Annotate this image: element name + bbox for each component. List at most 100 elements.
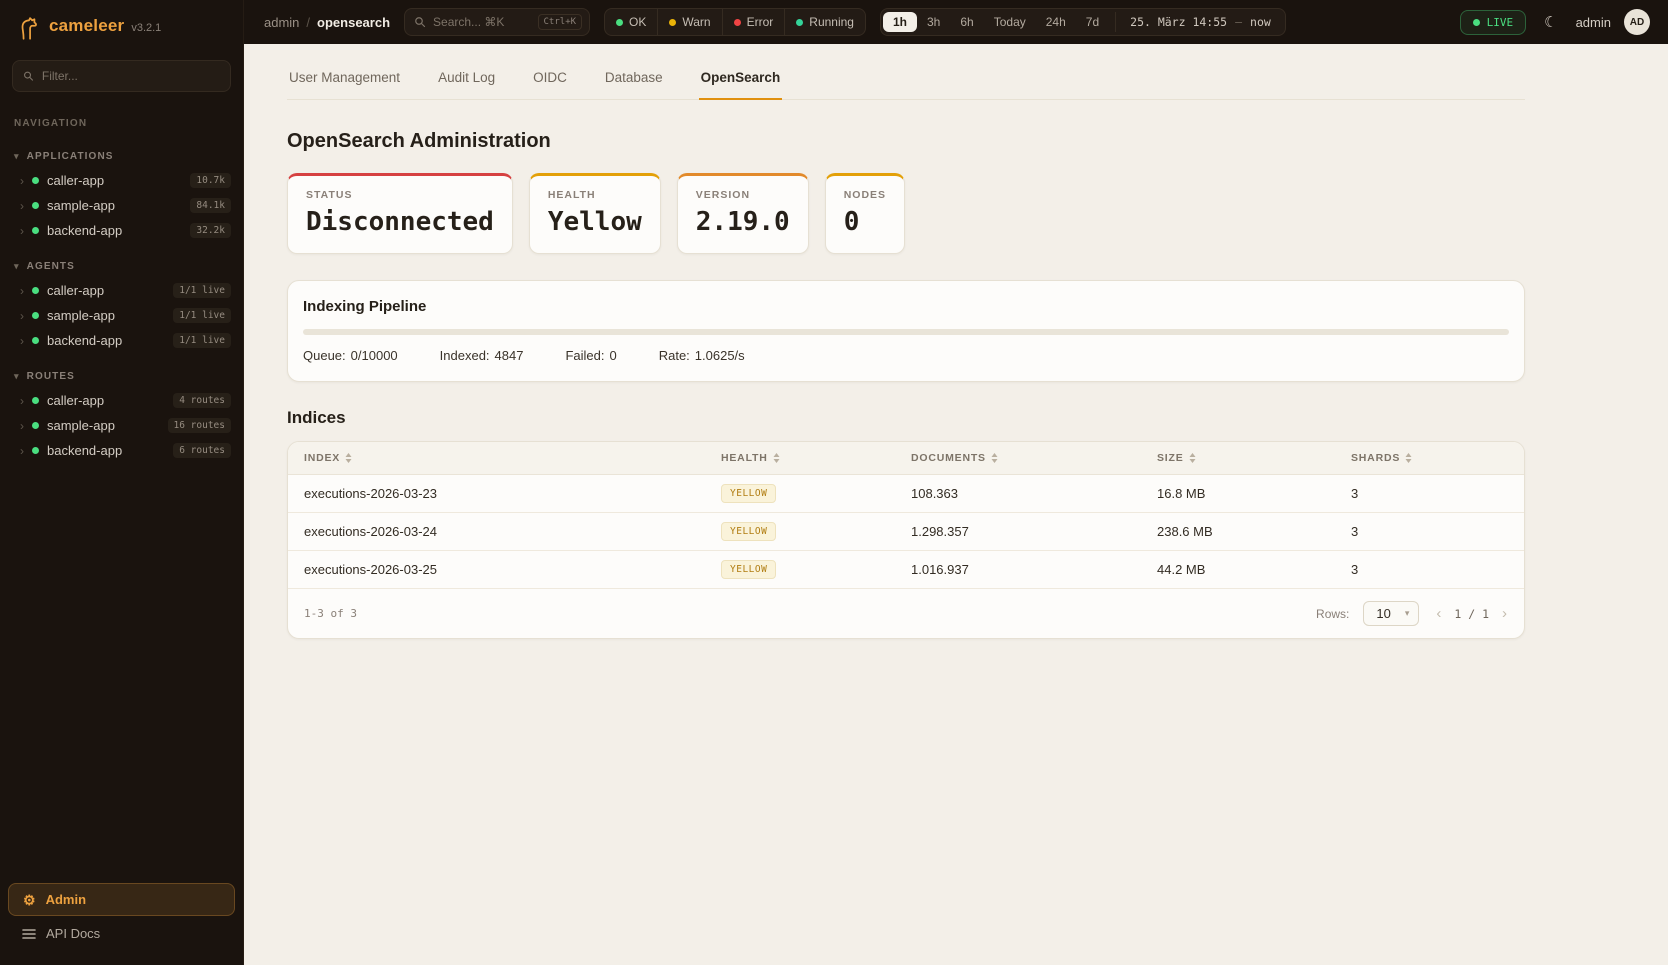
filter-label: Running — [809, 15, 854, 29]
column-header-health[interactable]: HEALTH — [721, 442, 911, 474]
cell-shards: 3 — [1351, 478, 1524, 509]
rows-per-page-value: 10 — [1376, 606, 1390, 621]
time-range-24h[interactable]: 24h — [1036, 12, 1076, 32]
sidebar-item-routes-sample-app[interactable]: › sample-app 16 routes — [0, 413, 243, 438]
sort-icon — [1189, 453, 1196, 463]
section-header-agents[interactable]: ▾ AGENTS — [0, 257, 243, 278]
item-label: backend-app — [47, 333, 165, 348]
pipeline-title: Indexing Pipeline — [303, 298, 1509, 315]
tab-opensearch[interactable]: OpenSearch — [699, 62, 783, 100]
time-range-7d[interactable]: 7d — [1076, 12, 1109, 32]
time-range-3h[interactable]: 3h — [917, 12, 950, 32]
version-card: VERSION 2.19.0 — [677, 173, 809, 254]
health-badge: YELLOW — [721, 484, 776, 503]
ok-status-dot — [616, 19, 623, 26]
tab-audit-log[interactable]: Audit Log — [436, 62, 497, 100]
chevron-right-icon: › — [20, 445, 24, 457]
breadcrumb-parent[interactable]: admin — [264, 15, 299, 30]
cell-health: YELLOW — [721, 514, 911, 549]
sidebar-filter[interactable] — [12, 60, 231, 92]
chevron-right-icon: › — [20, 175, 24, 187]
live-indicator[interactable]: LIVE — [1460, 10, 1527, 35]
sidebar-item-api-docs[interactable]: API Docs — [8, 918, 235, 949]
sidebar-item-routes-backend-app[interactable]: › backend-app 6 routes — [0, 438, 243, 463]
table-header: INDEX HEALTH DOCUMENTS SIZE — [288, 442, 1524, 475]
prev-page-button[interactable]: ‹ — [1433, 605, 1444, 622]
chevron-right-icon: › — [1502, 605, 1507, 622]
date-range-display[interactable]: 25. März 14:55 — now — [1115, 12, 1283, 32]
tab-database[interactable]: Database — [603, 62, 665, 100]
column-header-documents[interactable]: DOCUMENTS — [911, 442, 1157, 474]
filter-error[interactable]: Error — [723, 9, 786, 35]
sidebar-item-applications-backend-app[interactable]: › backend-app 32.2k — [0, 218, 243, 243]
time-range-6h[interactable]: 6h — [950, 12, 983, 32]
item-label: sample-app — [47, 418, 160, 433]
section-label: ROUTES — [27, 371, 75, 382]
page-indicator: 1 / 1 — [1454, 607, 1489, 621]
topbar-right-cluster: LIVE ☾ admin AD — [1460, 9, 1650, 35]
live-label: LIVE — [1487, 16, 1514, 29]
sidebar-item-agents-sample-app[interactable]: › sample-app 1/1 live — [0, 303, 243, 328]
chevron-right-icon: › — [20, 395, 24, 407]
global-search[interactable]: Search... ⌘K Ctrl+K — [404, 8, 590, 36]
stat-label: VERSION — [696, 189, 790, 201]
stat-cards: STATUS Disconnected HEALTH Yellow VERSIO… — [287, 173, 1525, 254]
app-version: v3.2.1 — [131, 22, 161, 34]
dark-mode-toggle[interactable]: ☾ — [1539, 10, 1562, 34]
item-badge: 1/1 live — [173, 283, 231, 298]
sidebar-item-agents-caller-app[interactable]: › caller-app 1/1 live — [0, 278, 243, 303]
sidebar-item-agents-backend-app[interactable]: › backend-app 1/1 live — [0, 328, 243, 353]
chevron-down-icon: ▾ — [14, 371, 20, 382]
breadcrumb-separator: / — [306, 15, 310, 30]
cell-size: 238.6 MB — [1157, 516, 1351, 547]
status-filter-group: OK Warn Error Running — [604, 8, 866, 36]
sidebar-item-applications-caller-app[interactable]: › caller-app 10.7k — [0, 168, 243, 193]
section-header-routes[interactable]: ▾ ROUTES — [0, 367, 243, 388]
right-column: admin / opensearch Search... ⌘K Ctrl+K O… — [244, 0, 1668, 965]
item-label: backend-app — [47, 223, 182, 238]
column-header-size[interactable]: SIZE — [1157, 442, 1351, 474]
cell-index: executions-2026-03-25 — [304, 554, 721, 585]
cell-health: YELLOW — [721, 476, 911, 511]
table-footer: 1-3 of 3 Rows: 10 ▾ ‹ 1 / 1 › — [288, 589, 1524, 638]
pagination: ‹ 1 / 1 › — [1433, 605, 1510, 622]
sidebar-item-routes-caller-app[interactable]: › caller-app 4 routes — [0, 388, 243, 413]
nav-section-agents: ▾ AGENTS › caller-app 1/1 live › sample-… — [0, 257, 243, 353]
row-range-text: 1-3 of 3 — [304, 607, 357, 620]
filter-label: Error — [747, 15, 774, 29]
cell-documents: 1.298.357 — [911, 516, 1157, 547]
user-name: admin — [1576, 15, 1611, 30]
queue-stat: Queue:0/10000 — [303, 348, 398, 363]
column-header-shards[interactable]: SHARDS — [1351, 442, 1524, 474]
api-docs-label: API Docs — [46, 926, 100, 941]
avatar[interactable]: AD — [1624, 9, 1650, 35]
stat-value: 0 — [844, 207, 886, 237]
stat-value: 2.19.0 — [696, 207, 790, 237]
section-header-applications[interactable]: ▾ APPLICATIONS — [0, 147, 243, 168]
sidebar-item-applications-sample-app[interactable]: › sample-app 84.1k — [0, 193, 243, 218]
health-card: HEALTH Yellow — [529, 173, 661, 254]
filter-input[interactable] — [42, 69, 220, 83]
pipeline-stats: Queue:0/10000 Indexed:4847 Failed:0 Rate… — [303, 348, 1509, 363]
cell-size: 16.8 MB — [1157, 478, 1351, 509]
next-page-button[interactable]: › — [1499, 605, 1510, 622]
status-dot — [32, 337, 39, 344]
item-badge: 32.2k — [190, 223, 231, 238]
tab-oidc[interactable]: OIDC — [531, 62, 569, 100]
time-range-today[interactable]: Today — [984, 12, 1036, 32]
sidebar-item-admin[interactable]: ⚙ Admin — [8, 883, 235, 916]
filter-warn[interactable]: Warn — [658, 9, 722, 35]
time-range-1h[interactable]: 1h — [883, 12, 917, 32]
column-header-index[interactable]: INDEX — [304, 442, 721, 474]
item-badge: 16 routes — [168, 418, 231, 433]
sidebar: cameleer v3.2.1 NAVIGATION ▾ APPLICATION… — [0, 0, 244, 965]
failed-stat: Failed:0 — [565, 348, 616, 363]
filter-ok[interactable]: OK — [605, 9, 658, 35]
status-dot — [32, 397, 39, 404]
rate-stat: Rate:1.0625/s — [659, 348, 745, 363]
tab-user-management[interactable]: User Management — [287, 62, 402, 100]
rows-per-page-select[interactable]: 10 ▾ — [1363, 601, 1419, 626]
filter-running[interactable]: Running — [785, 9, 865, 35]
item-badge: 84.1k — [190, 198, 231, 213]
date-range-end: now — [1250, 15, 1271, 29]
